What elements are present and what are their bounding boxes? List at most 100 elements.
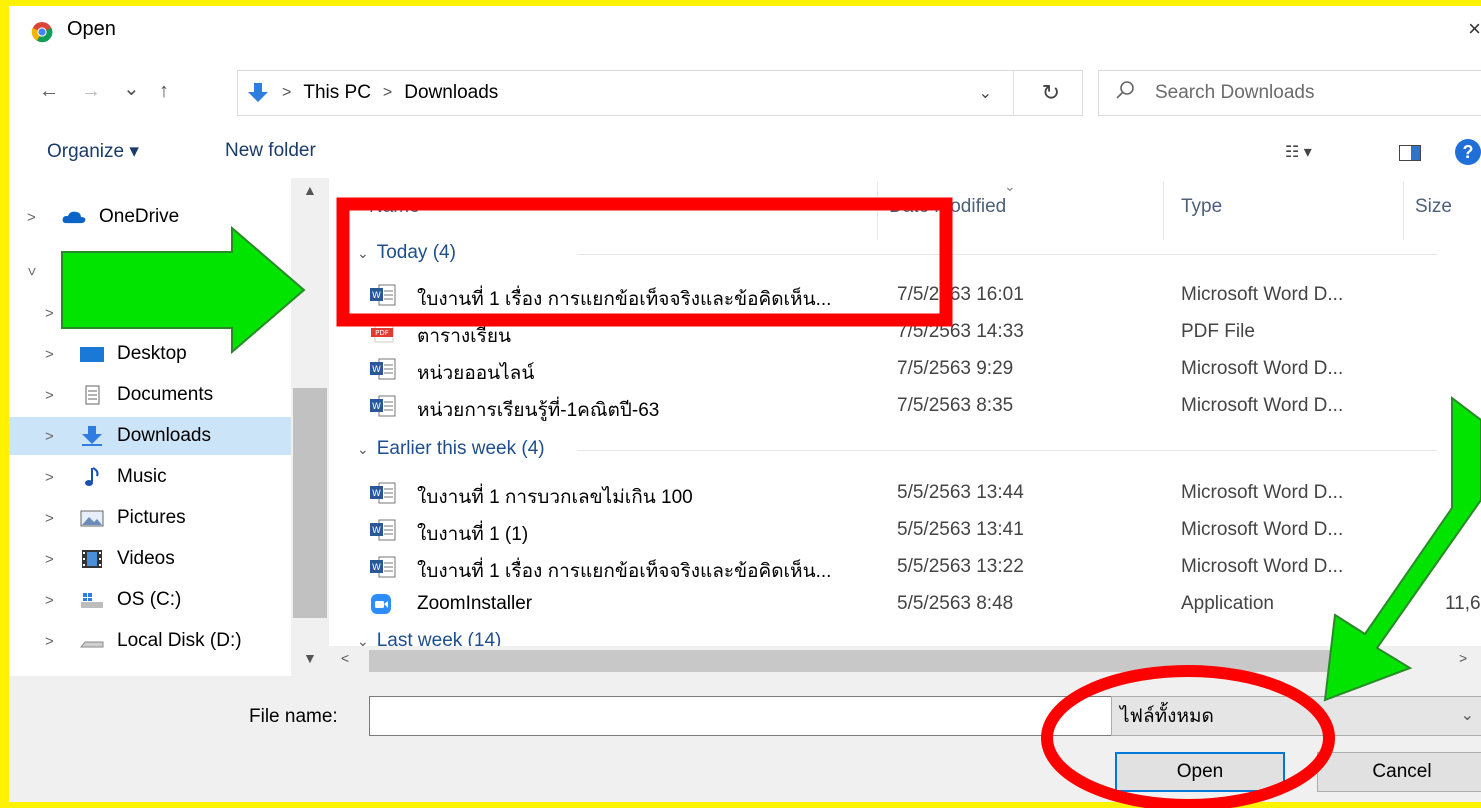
- window-title: Open: [67, 18, 116, 40]
- group-label: Earlier this week (4): [376, 438, 545, 459]
- group-divider: [577, 254, 1437, 255]
- music-note-icon: [85, 467, 99, 486]
- preview-pane-icon[interactable]: [1399, 145, 1421, 161]
- column-header-date[interactable]: Date modified: [889, 196, 1006, 218]
- documents-icon: [85, 385, 100, 405]
- file-date: 7/5/2563 14:33: [897, 321, 1024, 342]
- file-type: Application: [1181, 593, 1274, 614]
- group-header-earlier-this-week[interactable]: ⌄ Earlier this week (4): [357, 438, 1437, 460]
- cancel-button[interactable]: Cancel: [1317, 752, 1481, 792]
- sidebar-item-videos[interactable]: > Videos: [9, 540, 291, 578]
- expand-chevron-icon[interactable]: >: [45, 633, 54, 650]
- sidebar-item-label: 3D Objects: [117, 302, 211, 323]
- file-row[interactable]: PDF ตารางเรียน 7/5/2563 14:33 PDF File: [369, 315, 1469, 351]
- sidebar-item-pictures[interactable]: > Pictures: [9, 499, 291, 537]
- sidebar-item-label: Music: [117, 466, 167, 487]
- file-row[interactable]: W ใบงานที่ 1 (1) 5/5/2563 13:41 Microsof…: [369, 513, 1469, 549]
- column-divider[interactable]: [1163, 182, 1164, 240]
- sidebar-item-label: Local Disk (D:): [117, 630, 242, 651]
- open-button[interactable]: Open: [1115, 752, 1285, 792]
- collapse-chevron-icon[interactable]: >: [23, 267, 40, 276]
- sidebar-item-downloads[interactable]: > Downloads: [9, 417, 291, 455]
- expand-chevron-icon[interactable]: >: [45, 551, 54, 568]
- file-type-filter[interactable]: ไฟล์ทั้งหมด ⌄: [1111, 696, 1481, 736]
- collapse-chevron-icon[interactable]: ⌄: [357, 441, 369, 458]
- search-box[interactable]: [1098, 70, 1481, 116]
- navigation-scrollbar[interactable]: ▲ ▼: [291, 178, 329, 676]
- windows-drive-icon: [81, 593, 103, 608]
- sidebar-item-3d-objects[interactable]: > 3D Objects: [9, 294, 291, 332]
- breadcrumb-separator: >: [282, 84, 292, 101]
- chrome-icon: [31, 22, 53, 43]
- scrollbar-thumb[interactable]: [369, 650, 1349, 672]
- expand-chevron-icon[interactable]: >: [45, 592, 54, 609]
- expand-chevron-icon[interactable]: >: [45, 305, 54, 322]
- film-icon: [82, 550, 102, 568]
- column-divider[interactable]: [877, 182, 878, 240]
- file-type: Microsoft Word D...: [1181, 358, 1344, 379]
- column-divider[interactable]: [1403, 182, 1404, 240]
- file-row[interactable]: W หน่วยการเรียนรู้ที่-1คณิตปี-63 7/5/256…: [369, 389, 1469, 425]
- expand-chevron-icon[interactable]: >: [45, 510, 54, 527]
- organize-button[interactable]: Organize ▾: [47, 140, 139, 163]
- chevron-down-icon[interactable]: ⌄: [1461, 705, 1474, 725]
- file-date: 7/5/2563 9:29: [897, 358, 1014, 379]
- sidebar-item-this-pc[interactable]: >: [9, 252, 291, 290]
- sidebar-item-label: OneDrive: [99, 206, 180, 227]
- forward-arrow-icon[interactable]: →: [81, 80, 101, 103]
- expand-chevron-icon[interactable]: >: [27, 209, 36, 226]
- sidebar-item-onedrive[interactable]: > OneDrive: [9, 198, 291, 236]
- address-dropdown-icon[interactable]: ⌄: [979, 83, 992, 103]
- horizontal-scrollbar[interactable]: < >: [329, 646, 1481, 676]
- column-header-type[interactable]: Type: [1181, 196, 1222, 218]
- column-header-size[interactable]: Size: [1415, 196, 1452, 218]
- view-options-icon[interactable]: ☷ ▾: [1285, 142, 1312, 162]
- scroll-right-icon[interactable]: >: [1459, 650, 1467, 666]
- sidebar-item-documents[interactable]: > Documents: [9, 376, 291, 414]
- file-date: 5/5/2563 13:22: [897, 556, 1024, 577]
- file-date: 7/5/2563 8:35: [897, 395, 1014, 416]
- sidebar-item-label: Videos: [117, 548, 175, 569]
- scrollbar-thumb[interactable]: [293, 388, 327, 618]
- collapse-chevron-icon[interactable]: ⌄: [357, 245, 369, 262]
- svg-text:W: W: [372, 489, 381, 499]
- file-row[interactable]: W ใบงานที่ 1 เรื่อง การแยกข้อเท็จจริงและ…: [369, 278, 1469, 314]
- new-folder-button[interactable]: New folder: [225, 140, 316, 162]
- sidebar-item-desktop[interactable]: > Desktop: [9, 335, 291, 373]
- group-header-today[interactable]: ⌄ Today (4): [357, 242, 1437, 264]
- scroll-down-icon[interactable]: ▼: [303, 650, 317, 666]
- file-row[interactable]: W ใบงานที่ 1 เรื่อง การแยกข้อเท็จจริงและ…: [369, 550, 1469, 586]
- file-type: Microsoft Word D...: [1181, 482, 1344, 503]
- expand-chevron-icon[interactable]: >: [45, 469, 54, 486]
- sidebar-item-local-disk-d[interactable]: > Local Disk (D:): [9, 622, 291, 660]
- column-header-name[interactable]: Name: [369, 196, 420, 218]
- search-input[interactable]: [1155, 79, 1481, 107]
- close-icon[interactable]: ×: [1468, 16, 1481, 42]
- sidebar-item-label: Desktop: [117, 343, 187, 364]
- svg-text:PDF: PDF: [375, 329, 389, 337]
- breadcrumb-separator: >: [382, 84, 393, 101]
- pdf-icon: PDF: [371, 321, 394, 343]
- breadcrumb-this-pc[interactable]: This PC: [303, 82, 371, 104]
- file-row[interactable]: W หน่วยออนไลน์ 7/5/2563 9:29 Microsoft W…: [369, 352, 1469, 388]
- file-row[interactable]: ZoomInstaller 5/5/2563 8:48 Application …: [369, 587, 1481, 623]
- word-doc-icon: W: [370, 284, 396, 306]
- refresh-icon[interactable]: ↻: [1042, 80, 1060, 106]
- expand-chevron-icon[interactable]: >: [45, 346, 54, 363]
- scroll-up-icon[interactable]: ▲: [303, 182, 317, 198]
- help-icon[interactable]: ?: [1455, 139, 1481, 165]
- sidebar-item-music[interactable]: > Music: [9, 458, 291, 496]
- open-file-dialog: Open × ← → ⌄ ↑ > This PC > Downloads ⌄ ↻: [9, 6, 1481, 802]
- address-bar[interactable]: > This PC > Downloads ⌄ ↻: [237, 70, 1083, 116]
- expand-chevron-icon[interactable]: >: [45, 387, 54, 404]
- breadcrumb-downloads[interactable]: Downloads: [404, 82, 498, 104]
- scroll-left-icon[interactable]: <: [341, 650, 349, 666]
- file-name-field[interactable]: [369, 696, 1115, 736]
- expand-chevron-icon[interactable]: >: [45, 428, 54, 445]
- up-arrow-icon[interactable]: ↑: [159, 80, 169, 103]
- recent-locations-chevron-icon[interactable]: ⌄: [123, 76, 140, 101]
- back-arrow-icon[interactable]: ←: [39, 80, 59, 103]
- svg-text:W: W: [372, 291, 381, 301]
- sidebar-item-os-c[interactable]: > OS (C:): [9, 581, 291, 619]
- file-row[interactable]: W ใบงานที่ 1 การบวกเลขไม่เกิน 100 5/5/25…: [369, 476, 1469, 512]
